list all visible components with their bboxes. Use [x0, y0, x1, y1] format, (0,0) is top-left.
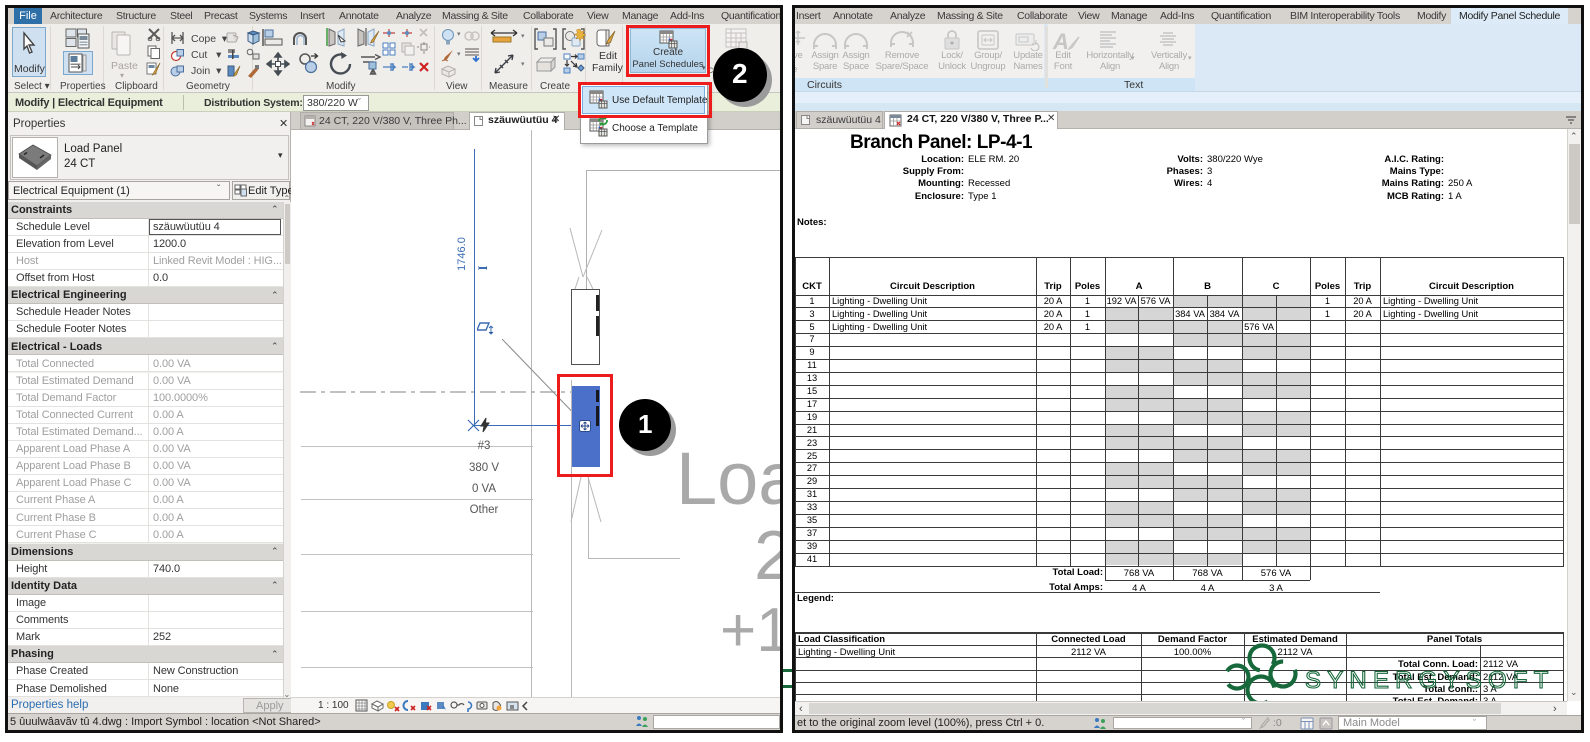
svg-text:SYNERGYSOFT: SYNERGYSOFT	[1305, 667, 1555, 694]
